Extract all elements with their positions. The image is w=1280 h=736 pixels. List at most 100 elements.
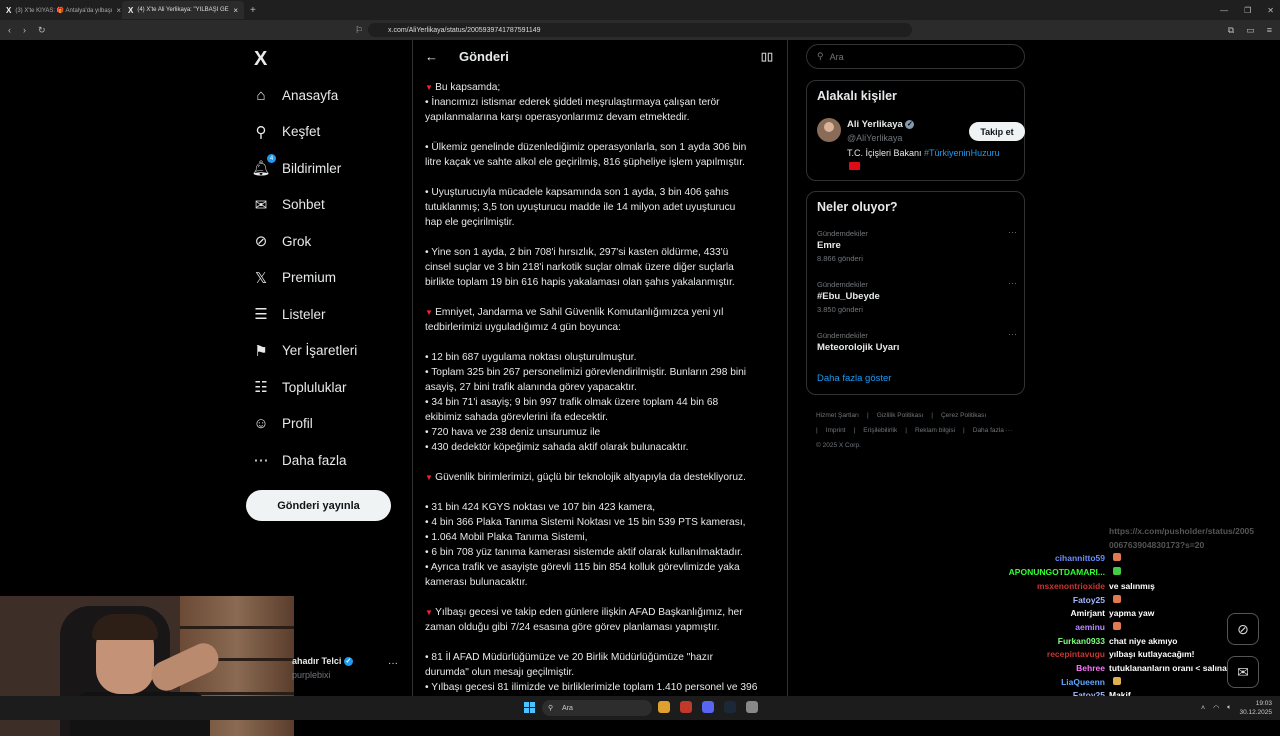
trend-count: 8.866 gönderi [817,254,863,263]
browser-tab-bar: X (3) X'te KIYAS: 🎁 Antalya'da yılbaşı ×… [0,0,1280,20]
chat-message: 006763904830173?s=20 [980,540,1280,550]
post-line: ▼ Güvenlik birimlerimizi, güçlü bir tekn… [425,472,746,483]
sidebar-toggle-icon[interactable]: ▭ [1246,25,1255,36]
menu-icon[interactable]: ≡ [1267,25,1272,36]
trend-item[interactable]: Gündemdekiler Meteorolojik Uyarı ··· [817,329,1017,371]
sidebar-item-profile[interactable]: ☺ Profil [252,412,312,436]
sidebar-item-bookmark[interactable]: ⚑ Yer İşaretleri [252,339,357,363]
new-tab-icon[interactable]: + [250,5,256,16]
footer-link[interactable]: Imprint [826,427,846,434]
x-logo-icon[interactable]: X [254,48,267,71]
search-input[interactable]: ⚲ Ara [806,44,1025,69]
reader-icon[interactable]: ▯▯ [761,50,773,63]
sidebar-item-grok[interactable]: ⊘ Grok [252,229,312,253]
trend-item[interactable]: Gündemdekiler #Ebu_Ubeyde 3.850 gönderi … [817,278,1017,320]
extensions-icon[interactable]: ⧉ [1228,25,1234,36]
list-icon: ☰ [254,306,268,323]
trend-title: Meteorolojik Uyarı [817,342,900,353]
related-person[interactable]: Ali Yerlikaya ✓ @AliYerlikaya T.C. İçişl… [817,118,1025,172]
post-line: • Yılbaşı gecesi 81 ilimizde ve birlikle… [425,682,758,693]
chat-username [980,526,1105,536]
footer-divider: | [853,427,856,434]
volume-icon[interactable]: 🔈︎ [1227,704,1231,712]
trend-item[interactable]: Gündemdekiler Emre 8.866 gönderi ··· [817,227,1017,269]
windows-start-icon[interactable] [524,702,535,713]
chat-username: Amirjant [1070,608,1105,619]
follow-button[interactable]: Takip et [969,122,1025,141]
reload-icon[interactable]: ↻ [38,25,46,36]
clock[interactable]: 19:03 30.12.2025 [1239,699,1272,717]
file-explorer-icon[interactable] [658,701,670,713]
post-line: ekibimiz sahada görevlerini ifa edecekti… [425,412,608,423]
taskbar-search[interactable]: ⚲ Ara [542,700,652,716]
account-switcher[interactable]: ahadır Telci ✓ purplebixi ··· [240,652,410,682]
post-line [425,230,777,245]
post-line [425,335,777,350]
post-line: • 6 bin 708 yüz tanıma kamerası sistemde… [425,547,743,558]
post-button[interactable]: Gönderi yayınla [246,490,391,521]
close-window-icon[interactable]: ✕ [1267,6,1274,15]
footer-divider: | [866,412,869,419]
sidebar-item-mail[interactable]: ✉ Sohbet [252,193,325,217]
minimize-icon[interactable]: — [1220,6,1228,15]
trend-more-icon[interactable]: ··· [1008,278,1017,288]
close-tab-icon[interactable]: × [233,6,238,15]
footer-link[interactable]: Daha fazla ··· [973,427,1012,434]
trend-more-icon[interactable]: ··· [1008,227,1017,237]
sidebar-item-list[interactable]: ☰ Listeler [252,302,325,326]
post-line: • 31 bin 424 KGYS noktası ve 107 bin 423… [425,502,656,513]
hashtag-link[interactable]: #TürkiyeninHuzuru [924,148,1000,158]
more-icon[interactable]: ··· [388,658,398,669]
back-arrow-icon[interactable]: ← [425,49,438,64]
red-triangle-icon: ▼ [425,608,436,617]
app-icon[interactable] [746,701,758,713]
avatar[interactable] [817,118,841,142]
post-line: • 81 İl AFAD Müdürlüğümüze ve 20 Birlik … [425,652,714,663]
footer-link[interactable]: © 2025 X Corp. [816,442,861,449]
wifi-icon[interactable]: ◠ [1213,704,1219,712]
forward-icon[interactable]: › [23,25,26,36]
mail-icon: ✉ [254,196,268,214]
grok-fab-icon[interactable]: ⊘ [1227,613,1259,645]
footer-link[interactable]: Reklam bilgisi [915,427,955,434]
sidebar-item-search[interactable]: ⚲ Keşfet [252,120,321,144]
sidebar-item-label: Grok [282,233,312,249]
chat-message: APONUNGOTDAMARI... [980,567,1280,577]
sidebar-item-communities[interactable]: ☷ Topluluklar [252,375,346,399]
footer-link[interactable]: Hizmet Şartları [816,412,859,419]
hair-image [92,614,158,640]
footer-link[interactable]: Gizlilik Politikası [877,412,924,419]
chat-text: yılbaşı kutlayacağım! [1109,649,1195,660]
post-line: hap ele geçirilmiştir. [425,217,515,228]
post-line: litre kaçak ve sahte alkol ele geçirilmi… [425,157,745,168]
window-controls: — ❐ ✕ [1220,0,1274,20]
post-line: • Uyuşturucuyla mücadele kapsamında son … [425,187,729,198]
chat-username [980,540,1105,550]
back-icon[interactable]: ‹ [8,25,11,36]
messages-fab-icon[interactable]: ✉ [1227,656,1259,688]
chevron-up-icon[interactable]: ˄ [1201,705,1205,712]
sidebar-item-bell[interactable]: 🔔︎ 4 Bildirimler [251,154,341,180]
trend-more-icon[interactable]: ··· [1008,329,1017,339]
steam-icon[interactable] [724,701,736,713]
sidebar-item-home[interactable]: ⌂ Anasayfa [252,83,338,107]
footer-divider: | [931,412,933,419]
post-line: • 430 dedektör köpeğimiz sahada aktif ol… [425,442,689,453]
browser-tab-2[interactable]: X (4) X'te Ali Yerlikaya: "YILBAŞI GE × [122,1,244,19]
url-field[interactable]: x.com/AliYerlikaya/status/20059397417875… [368,23,912,37]
browser-tab-1[interactable]: X (3) X'te KIYAS: 🎁 Antalya'da yılbaşı × [0,1,122,19]
sidebar-item-x-premium[interactable]: 𝕏 Premium [252,266,336,290]
post-line: ▼ Yılbaşı gecesi ve takip eden günlere i… [425,607,743,618]
brave-browser-icon[interactable] [680,701,692,713]
sidebar-item-more[interactable]: ⋯ Daha fazla [252,448,347,472]
footer-link[interactable]: Çerez Politikası [941,412,986,419]
post-line [425,590,777,605]
person-name[interactable]: Ali Yerlikaya ✓ [847,119,915,130]
footer-link[interactable]: Erişilebilirlik [863,427,897,434]
show-more-link[interactable]: Daha fazla göster [817,373,891,384]
sidebar-item-label: Premium [282,270,337,285]
discord-icon[interactable] [702,701,714,713]
bookmark-page-icon[interactable]: ⚐ [355,25,363,36]
close-tab-icon[interactable]: × [116,6,121,15]
maximize-icon[interactable]: ❐ [1244,6,1251,15]
